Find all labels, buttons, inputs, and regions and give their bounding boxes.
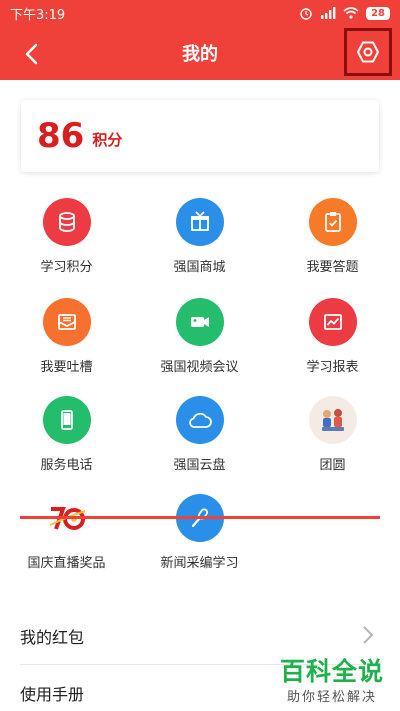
- list-item-label: 使用手册: [20, 685, 85, 704]
- watermark-sub: 助你轻松解决: [286, 690, 377, 705]
- gift-icon: [175, 198, 224, 246]
- grid-label: 强国商城: [173, 260, 226, 275]
- grid-label: 服务电话: [40, 458, 93, 473]
- grid-label: 学习积分: [40, 260, 93, 275]
- grid-item-store[interactable]: 强国商城: [133, 198, 266, 296]
- video-camera-icon: [175, 298, 224, 346]
- cloud-icon: [175, 396, 224, 444]
- clipboard-icon: [308, 198, 357, 246]
- section-divider: [20, 516, 380, 519]
- points-card[interactable]: 86 积分: [21, 100, 379, 172]
- nav-bar: 我的: [0, 26, 400, 80]
- status-time: 下午3:19: [10, 7, 66, 23]
- phone-icon: [42, 396, 91, 444]
- grid-label: 国庆直播奖品: [27, 556, 106, 571]
- grid-item-reunion[interactable]: 团圆: [266, 396, 399, 494]
- grid-item-video-meeting[interactable]: 强国视频会议: [133, 298, 266, 396]
- grid-item-quiz[interactable]: 我要答题: [266, 198, 399, 296]
- wifi-icon: [343, 7, 359, 19]
- grid-label: 新闻采编学习: [160, 556, 239, 571]
- grid-item-news-editing[interactable]: 新闻采编学习: [133, 494, 266, 592]
- alarm-icon: [300, 8, 312, 20]
- grid-label: 团圆: [319, 458, 346, 473]
- chevron-left-icon: [25, 43, 38, 65]
- grid-label: 我要吐槽: [40, 360, 93, 375]
- status-icons: 28: [299, 6, 390, 20]
- signal-icon: [321, 7, 336, 19]
- page-title: 我的: [182, 44, 218, 65]
- grid-item-cloud-drive[interactable]: 强国云盘: [133, 396, 266, 494]
- grid-label: 强国视频会议: [160, 360, 239, 375]
- grid-label: 学习报表: [306, 360, 359, 375]
- back-button[interactable]: [14, 37, 48, 71]
- database-icon: [42, 198, 91, 246]
- grid-item-study-points[interactable]: 学习积分: [0, 198, 133, 296]
- watermark: 百科全说 助你轻松解决: [272, 652, 392, 705]
- grid-label: 强国云盘: [173, 458, 226, 473]
- status-bar: 下午3:19 28: [0, 0, 400, 26]
- settings-hexagon-icon: [357, 41, 379, 63]
- chart-icon: [308, 298, 357, 346]
- mail-icon: [42, 298, 91, 346]
- battery-indicator: 28: [366, 6, 390, 20]
- watermark-main: 百科全说: [279, 657, 384, 686]
- app-header: 下午3:19 28 我的: [0, 0, 400, 80]
- points-value: 86: [37, 116, 85, 156]
- grid-label: 我要答题: [306, 260, 359, 275]
- grid-item-national-day-prize[interactable]: 国庆直播奖品: [0, 494, 133, 592]
- grid-item-feedback[interactable]: 我要吐槽: [0, 298, 133, 396]
- grid-item-service-phone[interactable]: 服务电话: [0, 396, 133, 494]
- chevron-right-icon: [363, 626, 374, 644]
- grid-item-study-report[interactable]: 学习报表: [266, 298, 399, 396]
- settings-button[interactable]: [344, 28, 392, 76]
- list-item-label: 我的红包: [20, 628, 85, 647]
- family-illustration-icon: [308, 396, 357, 444]
- points-unit: 积分: [92, 130, 123, 149]
